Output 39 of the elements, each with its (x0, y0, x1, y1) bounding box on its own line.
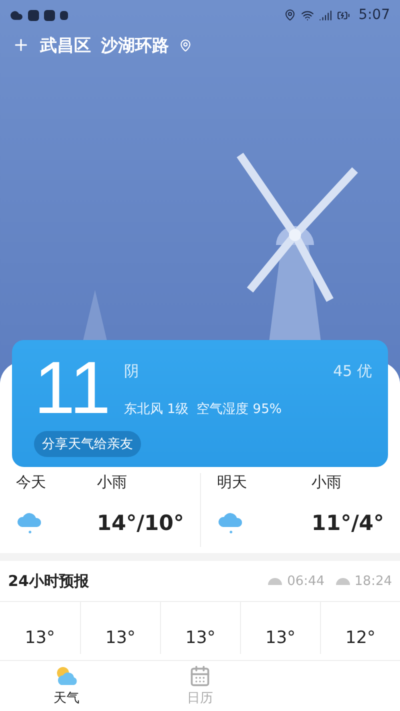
sunrise-time: 06:44 (287, 574, 325, 588)
wifi-icon (300, 8, 314, 22)
hourly-temperature: 13° (185, 628, 216, 648)
rain-cloud-icon (16, 511, 44, 535)
notification-icon (60, 10, 68, 20)
wind-humidity-text: 东北风 1级 空气湿度 95% (124, 401, 283, 418)
hourly-forecast-title: 24小时预报 (8, 572, 89, 590)
weather-condition: 阴 (124, 362, 140, 381)
hourly-temperature: 12° (345, 628, 376, 648)
add-icon[interactable] (12, 36, 30, 54)
cloud-icon (10, 8, 23, 22)
sun-horizon-icon (334, 576, 351, 586)
notification-icon (28, 10, 39, 20)
day-label: 今天 (16, 473, 47, 493)
day-temperature-range: 14°/10° (96, 511, 184, 535)
share-button[interactable]: 分享天气给亲友 (34, 431, 141, 457)
hourly-temperature: 13° (105, 628, 136, 648)
day-condition: 小雨 (96, 473, 128, 493)
hourly-temperature: 13° (24, 628, 56, 648)
nav-tab[interactable]: 日历 (133, 661, 267, 711)
status-time: 5:07 (358, 7, 390, 23)
calendar-icon (188, 665, 211, 687)
day-condition: 小雨 (311, 473, 342, 493)
signal-icon (318, 8, 332, 22)
day-temperature-range: 11°/4° (311, 511, 384, 535)
rain-cloud-icon (217, 511, 245, 535)
sunset-time: 18:24 (354, 574, 392, 588)
nav-tab[interactable]: 天气 (0, 661, 134, 711)
day-label: 明天 (217, 473, 248, 493)
location-icon (284, 9, 296, 21)
sun-horizon-icon (267, 576, 284, 586)
location-icon (179, 38, 192, 52)
district-name: 武昌区 (40, 34, 91, 56)
hourly-temperature: 13° (265, 628, 296, 648)
street-name: 沙湖环路 (101, 34, 169, 56)
current-temperature: 11 (34, 348, 112, 424)
air-quality: 45 优 (333, 362, 372, 382)
battery-icon (336, 8, 350, 22)
notification-icon (44, 10, 55, 20)
